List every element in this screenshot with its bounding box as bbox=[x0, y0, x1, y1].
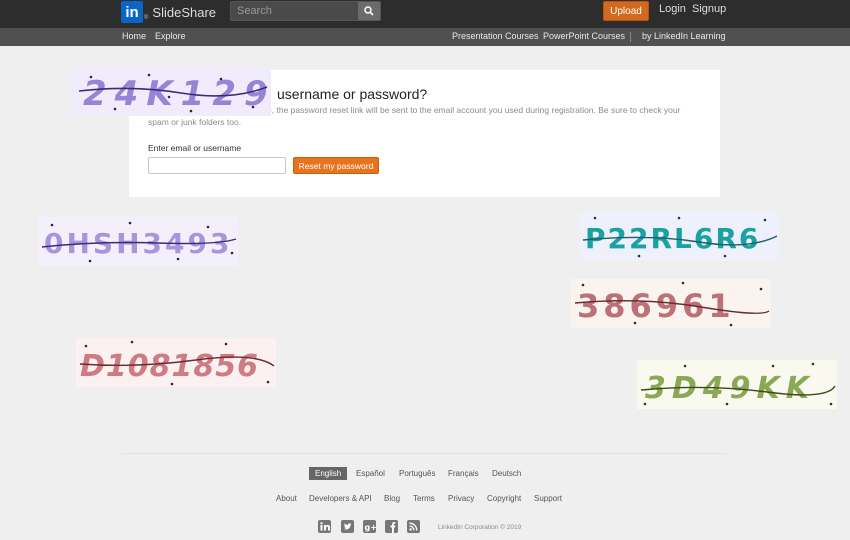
captcha-image: 3D49KK bbox=[637, 360, 837, 409]
captcha-text: D1081856 bbox=[80, 349, 259, 384]
login-link[interactable]: Login bbox=[659, 3, 686, 15]
google-plus-icon[interactable]: g+ bbox=[363, 520, 376, 533]
footer-link-copyright[interactable]: Copyright bbox=[487, 494, 521, 503]
footer-link-privacy[interactable]: Privacy bbox=[448, 494, 474, 503]
linkedin-logo-icon: in bbox=[121, 1, 143, 23]
nav-explore[interactable]: Explore bbox=[155, 31, 186, 41]
slideshare-logo[interactable]: in ® SlideShare bbox=[121, 0, 216, 24]
search-button[interactable] bbox=[358, 2, 380, 20]
nav-divider bbox=[630, 32, 631, 42]
language-selector: English Español Português Français Deuts… bbox=[0, 467, 850, 481]
twitter-icon[interactable] bbox=[341, 520, 354, 533]
language-portugues[interactable]: Português bbox=[393, 467, 441, 480]
reset-password-button[interactable]: Reset my password bbox=[293, 157, 379, 174]
nav-home[interactable]: Home bbox=[122, 31, 146, 41]
search-icon bbox=[364, 6, 374, 16]
brand-name: SlideShare bbox=[152, 4, 217, 20]
captcha-image: 0HSH3493 bbox=[38, 217, 238, 266]
signup-link[interactable]: Signup bbox=[692, 3, 726, 15]
language-francais[interactable]: Français bbox=[442, 467, 485, 480]
footer-links: About Developers & API Blog Terms Privac… bbox=[0, 494, 850, 504]
footer-link-terms[interactable]: Terms bbox=[413, 494, 435, 503]
facebook-icon[interactable] bbox=[385, 520, 398, 533]
language-deutsch[interactable]: Deutsch bbox=[486, 467, 527, 480]
copyright-text: LinkedIn Corporation © 2019 bbox=[438, 524, 522, 531]
footer-link-about[interactable]: About bbox=[276, 494, 297, 503]
email-field[interactable] bbox=[148, 157, 286, 174]
captcha-image: 386961 bbox=[571, 279, 771, 328]
language-english[interactable]: English bbox=[309, 467, 348, 480]
captcha-image: 24K129 bbox=[71, 67, 271, 116]
captcha-image: D1081856 bbox=[76, 338, 276, 387]
search-input[interactable] bbox=[231, 5, 357, 17]
logo-registered-mark: ® bbox=[144, 15, 149, 21]
footer-link-developers[interactable]: Developers & API bbox=[309, 494, 372, 503]
nav-presentation-courses[interactable]: Presentation Courses bbox=[452, 31, 539, 41]
captcha-image: P22RL6R6 bbox=[579, 212, 779, 261]
rss-icon[interactable] bbox=[407, 520, 420, 533]
footer-link-blog[interactable]: Blog bbox=[384, 494, 400, 503]
svg-text:g+: g+ bbox=[365, 523, 377, 532]
linkedin-icon[interactable] bbox=[318, 520, 331, 533]
nav-linkedin-learning[interactable]: by LinkedIn Learning bbox=[642, 31, 726, 41]
email-label: Enter email or username bbox=[148, 143, 242, 153]
footer-divider bbox=[122, 453, 726, 454]
page-title: username or password? bbox=[277, 86, 428, 102]
footer-link-support[interactable]: Support bbox=[534, 494, 562, 503]
search-box bbox=[230, 1, 381, 21]
captcha-text: 386961 bbox=[577, 287, 735, 325]
sub-navigation: Home Explore Presentation Courses PowerP… bbox=[0, 28, 850, 46]
upload-button[interactable]: Upload bbox=[603, 1, 649, 21]
top-bar: in ® SlideShare Upload Login Signup bbox=[0, 0, 850, 28]
nav-powerpoint-courses[interactable]: PowerPoint Courses bbox=[543, 31, 625, 41]
language-espanol[interactable]: Español bbox=[350, 467, 391, 480]
